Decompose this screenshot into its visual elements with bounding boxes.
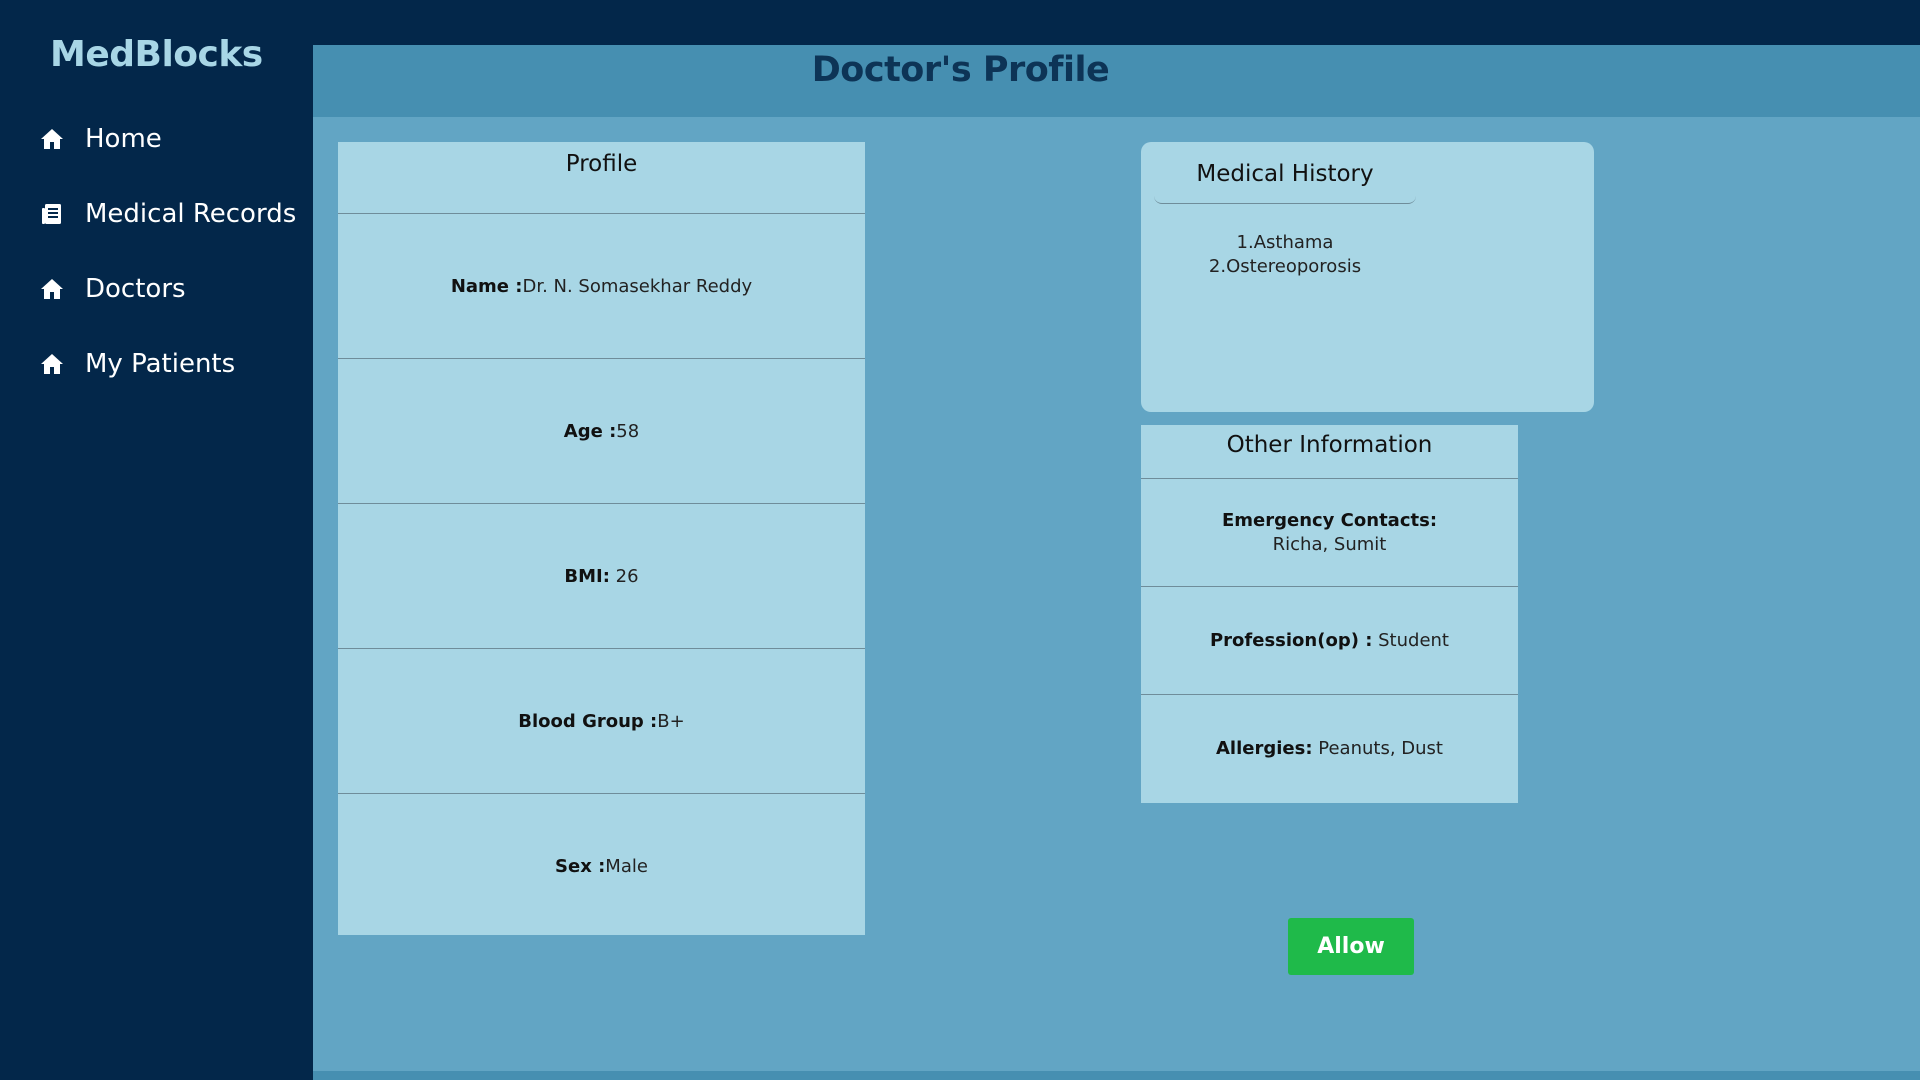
sidebar-item-my-patients[interactable]: My Patients: [40, 344, 235, 384]
home-icon: [40, 352, 64, 376]
medical-history-card: Medical History 1.Asthama 2.Ostereoporos…: [1141, 142, 1594, 412]
field-value: Male: [605, 855, 648, 877]
sidebar-item-doctors[interactable]: Doctors: [40, 269, 186, 309]
home-icon: [40, 127, 64, 151]
profile-row-name: Name : Dr. N. Somasekhar Reddy: [338, 214, 865, 359]
sidebar-item-home[interactable]: Home: [40, 119, 162, 159]
records-icon: [40, 202, 64, 226]
page-header: Doctor's Profile: [313, 45, 1920, 117]
other-information-title: Other Information: [1141, 425, 1518, 479]
sidebar-item-label: Home: [85, 124, 162, 154]
medical-history-title: Medical History: [1154, 142, 1416, 204]
other-information-card: Other Information Emergency Contacts: Ri…: [1141, 425, 1518, 803]
field-value: Student: [1372, 629, 1449, 651]
sidebar: MedBlocks Home Medical Records Doctors M…: [0, 0, 313, 1080]
allergies-row: Allergies: Peanuts, Dust: [1141, 695, 1518, 802]
allow-button[interactable]: Allow: [1288, 918, 1414, 975]
main-content: Doctor's Profile Profile Name : Dr. N. So…: [313, 45, 1920, 1080]
medical-history-list: 1.Asthama 2.Ostereoporosis: [1154, 231, 1416, 279]
field-value: Dr. N. Somasekhar Reddy: [522, 275, 753, 297]
allergies-line: Allergies: Peanuts, Dust: [1216, 737, 1443, 761]
field-value: B+: [657, 710, 685, 732]
brand-logo[interactable]: MedBlocks: [50, 34, 263, 75]
field-label: Age :: [563, 420, 617, 442]
field-value: 26: [609, 565, 639, 587]
field-label: Name :: [450, 275, 523, 297]
field-label: Blood Group :: [518, 710, 658, 732]
sidebar-item-label: Doctors: [85, 274, 186, 304]
field-label: Emergency Contacts:: [1221, 509, 1438, 531]
profile-card: Profile Name : Dr. N. Somasekhar Reddy Ag…: [338, 142, 865, 935]
list-item: 2.Ostereoporosis: [1208, 256, 1362, 277]
field-label: Sex :: [555, 855, 606, 877]
profession-line: Profession(op) : Student: [1210, 629, 1449, 653]
profile-title: Profile: [338, 142, 865, 214]
page-title: Doctor's Profile: [811, 50, 1110, 90]
field-value: Richa, Sumit: [1272, 533, 1387, 555]
field-label: BMI:: [564, 565, 610, 587]
field-value: 58: [616, 420, 640, 442]
emergency-contacts-row: Emergency Contacts: Richa, Sumit: [1141, 479, 1518, 587]
home-icon: [40, 277, 64, 301]
field-label: Allergies:: [1216, 737, 1313, 759]
list-item: 1.Asthama: [1236, 232, 1334, 253]
profile-row-bmi: BMI: 26: [338, 504, 865, 649]
profile-row-sex: Sex : Male: [338, 794, 865, 938]
sidebar-item-label: Medical Records: [85, 199, 297, 229]
sidebar-item-label: My Patients: [85, 349, 236, 379]
bottom-strip: [313, 1071, 1920, 1080]
profile-row-age: Age :58: [338, 359, 865, 504]
sidebar-item-medical-records[interactable]: Medical Records: [40, 194, 296, 234]
field-label: Profession(op) :: [1209, 629, 1373, 651]
profession-row: Profession(op) : Student: [1141, 587, 1518, 695]
profile-row-blood-group: Blood Group : B+: [338, 649, 865, 794]
field-value: Peanuts, Dust: [1312, 737, 1443, 759]
